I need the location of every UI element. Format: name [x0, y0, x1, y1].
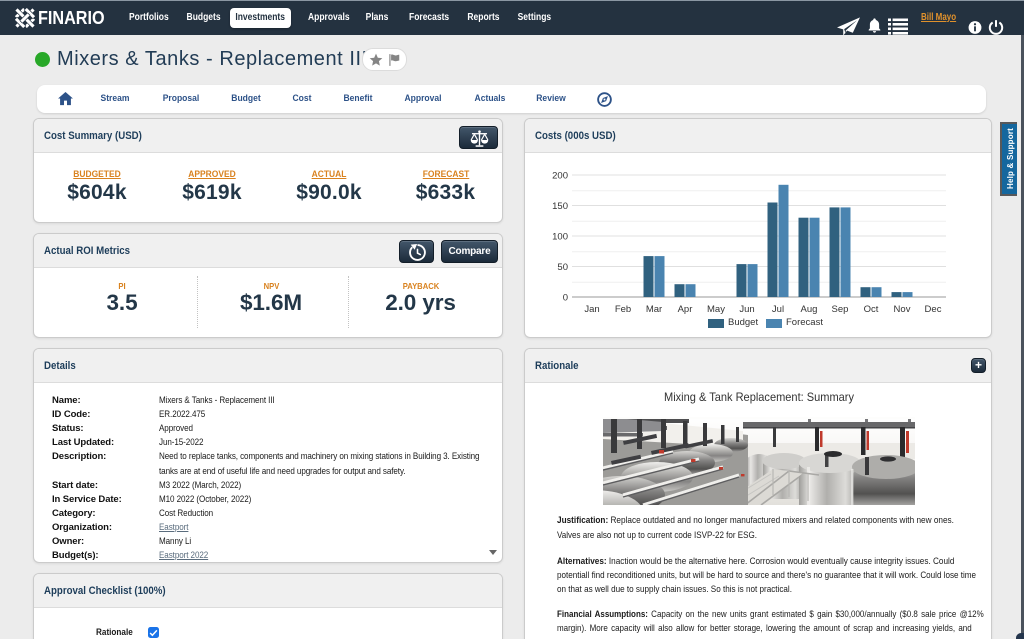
svg-text:150: 150	[552, 201, 568, 212]
svg-text:Dec: Dec	[925, 304, 942, 315]
svg-text:Sep: Sep	[832, 304, 849, 315]
svg-text:Jan: Jan	[584, 304, 599, 315]
svg-text:Jun: Jun	[739, 304, 754, 315]
svg-text:Jul: Jul	[772, 304, 784, 315]
svg-text:Mar: Mar	[646, 304, 662, 315]
svg-text:50: 50	[557, 262, 568, 273]
svg-text:Aug: Aug	[801, 304, 818, 315]
svg-text:0: 0	[563, 293, 568, 304]
svg-text:100: 100	[552, 232, 568, 243]
svg-text:May: May	[707, 304, 725, 315]
svg-text:Feb: Feb	[615, 304, 631, 315]
svg-text:Oct: Oct	[864, 304, 879, 315]
svg-text:200: 200	[552, 171, 568, 182]
svg-text:Nov: Nov	[894, 304, 911, 315]
svg-text:Apr: Apr	[678, 304, 693, 315]
